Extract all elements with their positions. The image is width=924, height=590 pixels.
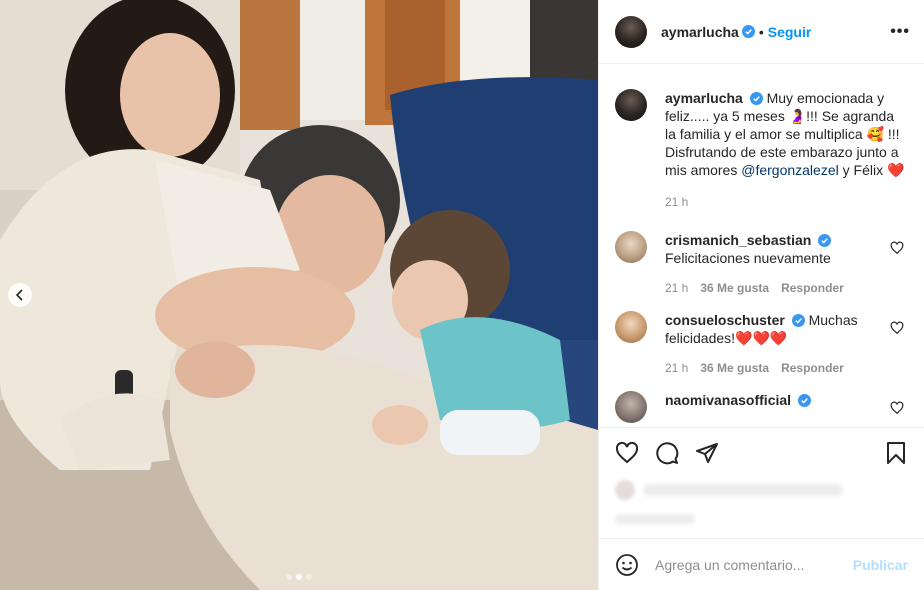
comment-meta: 21 h 36 Me gusta Responder bbox=[665, 361, 875, 375]
comments-list[interactable]: aymarlucha Muy emocionada y feliz..... y… bbox=[599, 65, 924, 427]
like-heart-icon[interactable] bbox=[615, 441, 639, 465]
verified-badge-icon bbox=[797, 394, 811, 407]
verified-badge-icon bbox=[818, 234, 832, 247]
post-caption: aymarlucha Muy emocionada y feliz..... y… bbox=[615, 65, 908, 209]
like-comment-heart-icon[interactable] bbox=[890, 241, 904, 255]
comment-body: Felicitaciones nuevamente bbox=[665, 250, 831, 266]
separator-dot: • bbox=[758, 23, 764, 40]
carousel-dot bbox=[306, 574, 312, 580]
like-comment-heart-icon[interactable] bbox=[890, 401, 904, 415]
post-sidebar: aymarlucha • Seguir ••• aymarlucha Muy e… bbox=[598, 0, 924, 590]
add-comment-bar: Publicar bbox=[599, 538, 924, 590]
comment-item: crismanich_sebastian Felicitaciones nuev… bbox=[615, 231, 908, 295]
comment-time[interactable]: 21 h bbox=[665, 281, 688, 295]
action-icons bbox=[615, 428, 908, 478]
mention-link[interactable]: @fergonzalezel bbox=[741, 162, 839, 178]
follow-button[interactable]: Seguir bbox=[768, 24, 812, 40]
post-photo[interactable] bbox=[0, 0, 598, 590]
comment-username[interactable]: naomivanasofficial bbox=[665, 392, 791, 408]
comment-username[interactable]: consueloschuster bbox=[665, 312, 785, 328]
carousel-indicator bbox=[0, 574, 598, 580]
verified-badge-icon bbox=[791, 314, 805, 327]
avatar[interactable] bbox=[615, 15, 647, 48]
publish-button[interactable]: Publicar bbox=[853, 557, 908, 573]
save-bookmark-icon[interactable] bbox=[884, 441, 908, 465]
comment-text: crismanich_sebastian Felicitaciones nuev… bbox=[665, 231, 875, 267]
comment-item: consueloschuster Muchas felicidades!❤️❤️… bbox=[615, 311, 908, 375]
avatar[interactable] bbox=[615, 231, 647, 263]
comment-input[interactable] bbox=[655, 556, 853, 573]
reply-button[interactable]: Responder bbox=[781, 361, 844, 375]
likes-summary-blurred bbox=[615, 480, 908, 500]
caption-body-2: y Félix ❤️ bbox=[838, 162, 905, 178]
comment-username[interactable]: crismanich_sebastian bbox=[665, 232, 811, 248]
comment-text: consueloschuster Muchas felicidades!❤️❤️… bbox=[665, 311, 875, 347]
chevron-left-icon bbox=[15, 289, 23, 301]
carousel-prev-button[interactable] bbox=[8, 283, 32, 307]
comment-likes[interactable]: 36 Me gusta bbox=[700, 281, 769, 295]
like-comment-heart-icon[interactable] bbox=[890, 321, 904, 335]
caption-text: aymarlucha Muy emocionada y feliz..... y… bbox=[665, 89, 905, 179]
post-actions bbox=[599, 427, 924, 539]
carousel-dot bbox=[286, 574, 292, 580]
reply-button[interactable]: Responder bbox=[781, 281, 844, 295]
caption-time[interactable]: 21 h bbox=[665, 195, 905, 209]
carousel-dot-active bbox=[296, 574, 302, 580]
verified-badge-icon bbox=[749, 92, 763, 105]
avatar[interactable] bbox=[615, 391, 647, 423]
comment-bubble-icon[interactable] bbox=[655, 441, 679, 465]
post-date-blurred bbox=[615, 514, 695, 524]
post-image bbox=[0, 0, 598, 590]
emoji-smiley-icon[interactable] bbox=[615, 553, 639, 577]
likes-line bbox=[643, 484, 843, 496]
post-header: aymarlucha • Seguir ••• bbox=[599, 0, 924, 64]
avatar[interactable] bbox=[615, 89, 647, 121]
avatar[interactable] bbox=[615, 311, 647, 343]
verified-badge-icon bbox=[741, 25, 755, 38]
comment-likes[interactable]: 36 Me gusta bbox=[700, 361, 769, 375]
more-options-icon[interactable]: ••• bbox=[890, 23, 910, 41]
comment-time[interactable]: 21 h bbox=[665, 361, 688, 375]
comment-item: naomivanasofficial bbox=[615, 391, 908, 423]
comment-text: naomivanasofficial bbox=[665, 391, 875, 409]
caption-username[interactable]: aymarlucha bbox=[665, 90, 743, 106]
share-send-icon[interactable] bbox=[695, 441, 719, 465]
liker-avatar bbox=[615, 480, 635, 500]
comment-meta: 21 h 36 Me gusta Responder bbox=[665, 281, 875, 295]
username-link[interactable]: aymarlucha bbox=[661, 24, 739, 40]
